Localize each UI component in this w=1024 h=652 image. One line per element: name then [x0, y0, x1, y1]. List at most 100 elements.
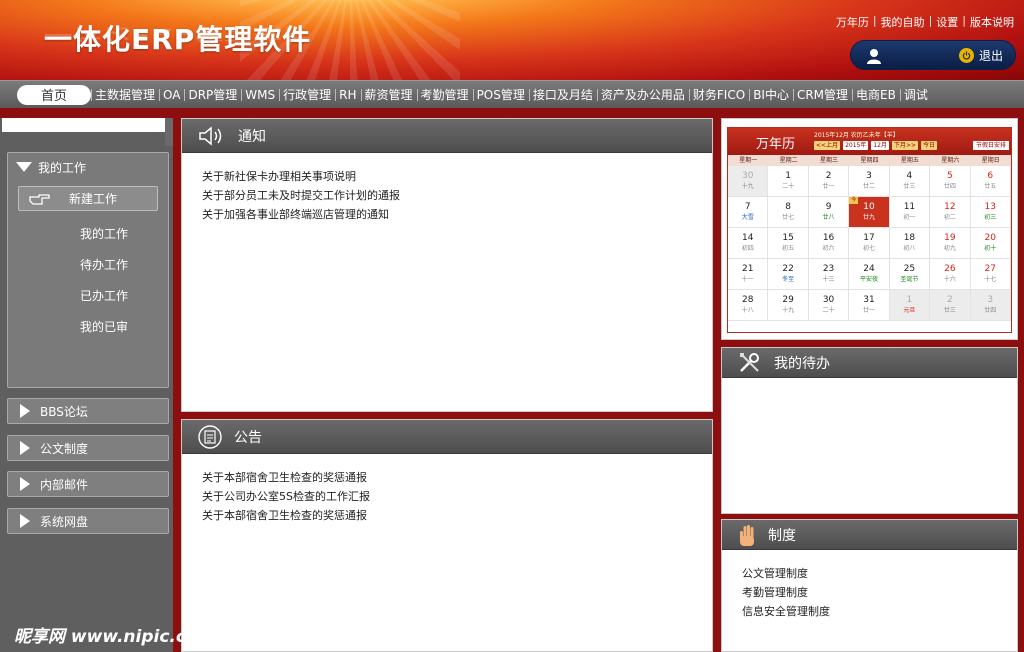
nav-ecommerce[interactable]: 电商EB [852, 81, 900, 109]
system-list: 公文管理制度 考勤管理制度 信息安全管理制度 [722, 550, 1017, 635]
day-number: 24 [863, 264, 875, 274]
next-month-button[interactable]: 下月>> [891, 141, 919, 150]
calendar-day[interactable]: 18 初八 [889, 228, 931, 259]
toplink-version[interactable]: 版本说明 [970, 14, 1014, 30]
sidebar-bbs-button[interactable]: BBS论坛 [7, 398, 169, 424]
user-icon[interactable] [865, 47, 883, 65]
calendar-day[interactable]: 2 廿三 [930, 290, 971, 321]
logout-button[interactable]: 退出 [959, 47, 1003, 64]
day-number: 15 [782, 233, 794, 243]
nav-drp[interactable]: DRP管理 [184, 81, 241, 109]
weekday-label: 星期四 [860, 157, 879, 164]
nav-attendance[interactable]: 考勤管理 [416, 81, 473, 109]
calendar-day[interactable]: 21 十一 [728, 259, 769, 290]
nav-pos[interactable]: POS管理 [472, 81, 529, 109]
calendar-day[interactable]: 3 廿四 [970, 290, 1011, 321]
list-item[interactable]: 关于新社保卡办理相关事项说明 [202, 167, 692, 186]
toplink-calendar[interactable]: 万年历 [836, 14, 869, 30]
calendar-day[interactable]: 9 廿八 [808, 197, 850, 228]
list-item[interactable]: 关于公司办公室5S检查的工作汇报 [202, 487, 692, 506]
calendar-day[interactable]: 14 初四 [728, 228, 769, 259]
sidebar-item-pending-work[interactable]: 待办工作 [80, 256, 128, 273]
calendar-day[interactable]: 23 十三 [808, 259, 850, 290]
calendar-day[interactable]: 6 廿五 [970, 166, 1011, 197]
new-work-button[interactable]: 新建工作 [18, 186, 158, 211]
top-links: 万年历 | 我的自助 | 设置 | 版本说明 [836, 14, 1014, 30]
calendar-day[interactable]: 12 初二 [930, 197, 971, 228]
calendar-day[interactable]: 1 元旦 [889, 290, 931, 321]
sidebar-item-done-work[interactable]: 已办工作 [80, 287, 128, 304]
lunar-date: 冬至 [782, 276, 795, 283]
nav-wms[interactable]: WMS [241, 81, 279, 109]
nav-master-data[interactable]: 主数据管理 [91, 81, 159, 109]
header: 一体化ERP管理软件 一体化ERP管理软件 万年历 | 我的自助 | 设置 | … [0, 0, 1024, 80]
calendar-day[interactable]: 24 平安夜 [849, 259, 890, 290]
calendar-day[interactable]: 5 廿四 [930, 166, 971, 197]
today-button[interactable]: 今日 [921, 141, 938, 150]
calendar-day[interactable]: 25 圣诞节 [889, 259, 931, 290]
sidebar-collapse-handle[interactable] [165, 118, 173, 146]
list-item[interactable]: 公文管理制度 [742, 564, 997, 583]
calendar-day[interactable]: 15 初五 [768, 228, 809, 259]
calendar-day[interactable]: 4 廿三 [889, 166, 931, 197]
calendar-day[interactable]: 31 廿一 [849, 290, 890, 321]
my-work-header[interactable]: 我的工作 [8, 153, 168, 181]
holiday-select[interactable]: 节假日安排 [972, 141, 1009, 150]
sidebar-netdisk-button[interactable]: 系统网盘 [7, 508, 169, 534]
pointing-hand-icon [29, 193, 50, 205]
calendar-day[interactable]: 30 二十 [808, 290, 850, 321]
new-work-label: 新建工作 [69, 192, 118, 206]
todo-panel: 我的待办 [721, 347, 1018, 514]
day-number: 19 [944, 233, 956, 243]
sidebar-item-my-reviewed[interactable]: 我的已审 [80, 318, 128, 335]
calendar-day[interactable]: 11 初一 [889, 197, 931, 228]
month-select[interactable]: 12月 [871, 141, 889, 150]
nav-bi[interactable]: BI中心 [749, 81, 793, 109]
nav-interface[interactable]: 接口及月结 [528, 81, 597, 109]
watermark-logo: 昵享网 www.nipic.cn [14, 627, 199, 647]
nav-finance[interactable]: 财务FICO [688, 81, 749, 109]
sidebar-documents-button[interactable]: 公文制度 [7, 435, 169, 461]
calendar-day[interactable]: 20 初十 [970, 228, 1011, 259]
nav-crm[interactable]: CRM管理 [792, 81, 852, 109]
calendar-day[interactable]: 28 十八 [728, 290, 769, 321]
calendar-day[interactable]: 29 十九 [768, 290, 809, 321]
toplink-self-service[interactable]: 我的自助 [881, 14, 925, 30]
nav-rh[interactable]: RH [335, 81, 360, 109]
calendar-day[interactable]: 8 廿七 [768, 197, 809, 228]
list-item[interactable]: 关于本部宿舍卫生检查的奖惩通报 [202, 506, 692, 525]
nav-admin[interactable]: 行政管理 [279, 81, 335, 109]
calendar-day[interactable]: 3 廿二 [849, 166, 890, 197]
prev-month-button[interactable]: <<上月 [814, 141, 841, 150]
nav-assets[interactable]: 资产及办公用品 [596, 81, 689, 109]
calendar-day[interactable]: 1 二十 [768, 166, 809, 197]
calendar-day[interactable]: 26 十六 [930, 259, 971, 290]
calendar-day[interactable]: 17 初七 [849, 228, 890, 259]
calendar-day[interactable]: 19 初九 [930, 228, 971, 259]
sidebar-mail-button[interactable]: 内部邮件 [7, 471, 169, 497]
lunar-date: 廿九 [862, 214, 875, 221]
calendar-day[interactable]: 16 初六 [808, 228, 850, 259]
year-select[interactable]: 2015年 [843, 141, 869, 150]
list-item[interactable]: 信息安全管理制度 [742, 602, 997, 621]
calendar-day[interactable]: 13 初三 [970, 197, 1011, 228]
toplink-settings[interactable]: 设置 [936, 14, 958, 30]
calendar-day[interactable]: 27 十七 [970, 259, 1011, 290]
sidebar-item-my-work[interactable]: 我的工作 [80, 225, 128, 242]
nav-salary[interactable]: 薪资管理 [360, 81, 417, 109]
calendar-day[interactable]: 30 十九 [728, 166, 769, 197]
calendar-day[interactable]: 2 廿一 [808, 166, 850, 197]
nav-oa[interactable]: OA [159, 81, 184, 109]
calendar-day[interactable]: 7 大雪 [728, 197, 769, 228]
list-item[interactable]: 关于部分员工未及时提交工作计划的通报 [202, 186, 692, 205]
list-item[interactable]: 关于本部宿舍卫生检查的奖惩通报 [202, 468, 692, 487]
nav-home[interactable]: 首页 [17, 84, 91, 105]
nav-debug[interactable]: 调试 [899, 81, 932, 109]
list-item[interactable]: 关于加强各事业部终端巡店管理的通知 [202, 205, 692, 224]
day-number: 2 [946, 295, 953, 305]
notice-title: 通知 [238, 128, 266, 145]
calendar-day[interactable]: 22 冬至 [768, 259, 809, 290]
list-item[interactable]: 考勤管理制度 [742, 583, 997, 602]
day-number: 20 [984, 233, 996, 243]
calendar-day-today[interactable]: 今 10 廿九 [849, 197, 890, 228]
